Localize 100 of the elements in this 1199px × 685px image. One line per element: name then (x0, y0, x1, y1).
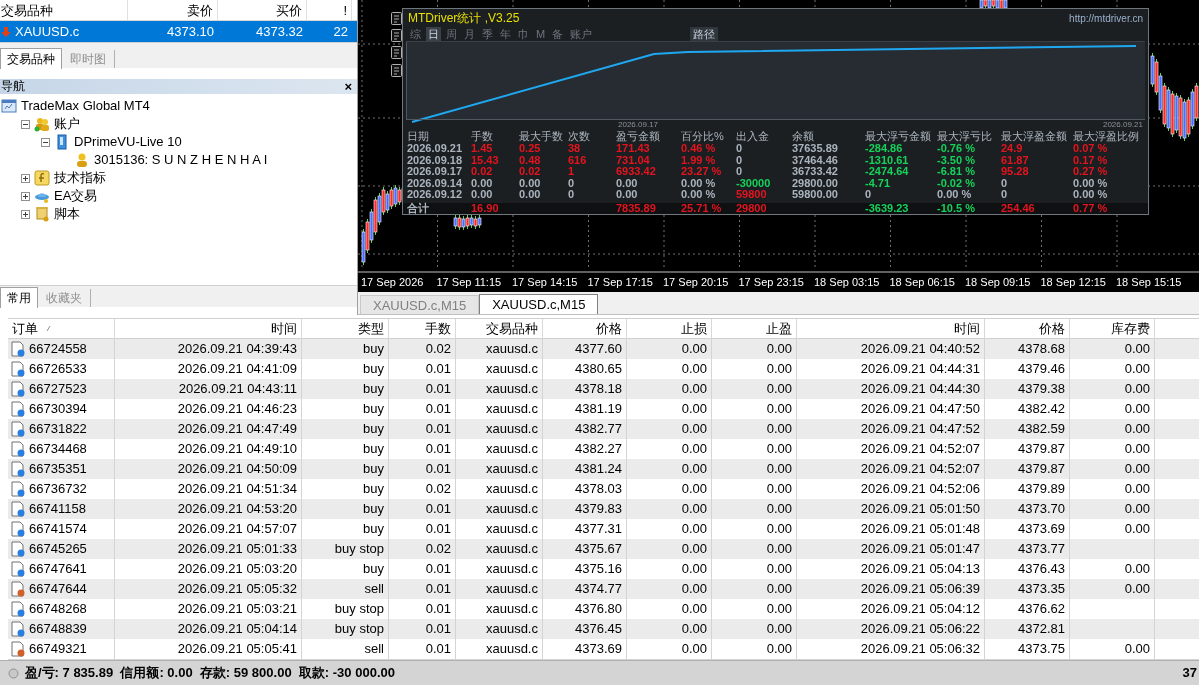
axis-label: 18 Sep 12:15 (1040, 275, 1107, 290)
table-cell-text: buy (363, 380, 384, 398)
panel-title: MTDriver统计 ,V3.25 (408, 10, 520, 27)
stat-value: -10.5 % (937, 202, 975, 214)
table-cell-text: buy stop (334, 600, 384, 618)
stat-value: 37635.89 (792, 143, 838, 155)
column-header[interactable]: 时间 (954, 319, 980, 339)
column-header[interactable]: 止盈 (766, 319, 792, 339)
table-cell-text: 0.01 (425, 360, 451, 378)
period-tab[interactable]: 季 (480, 27, 495, 41)
stat-value: 0.25 (519, 143, 541, 155)
table-cell-text: 0.00 (681, 540, 707, 558)
table-cell-text: 0.01 (425, 620, 451, 638)
column-header[interactable]: 价格 (596, 319, 622, 339)
table-cell-text: xauusd.c (485, 600, 538, 618)
period-tab[interactable]: 备 (550, 27, 566, 41)
tree-item[interactable]: TradeMax Global MT4 (21, 96, 150, 116)
account-summary: 盈/亏: 7 835.89 信用额: 0.00 存款: 59 800.00 取款: -30 000.00 (25, 664, 395, 683)
tree-item[interactable]: 3015136: S U N Z H E N H A I (94, 150, 268, 170)
tab[interactable]: 常用 (0, 287, 38, 308)
column-header[interactable]: 价格 (1039, 319, 1065, 339)
table-cell-text: 0.00 (766, 640, 792, 658)
stat-value: 2026.09.12 (407, 189, 463, 201)
stat-value: 1 (568, 166, 575, 178)
table-cell-text: 0.00 (1124, 580, 1150, 598)
collapse-icon[interactable] (41, 137, 50, 147)
close-button[interactable]: × (339, 79, 357, 94)
stat-value: 59800.00 (792, 189, 838, 201)
table-cell-text: 2026.09.21 04:47:50 (860, 400, 980, 418)
column-header[interactable]: 止损 (681, 319, 707, 339)
table-cell-text: buy (363, 520, 384, 538)
tree-item[interactable]: 账户 (54, 114, 80, 134)
period-tab[interactable]: M (534, 27, 548, 41)
table-cell-text: 4382.42 (1018, 400, 1065, 418)
table-cell-text: 0.00 (766, 520, 792, 538)
table-cell-text: 2026.09.21 05:06:39 (860, 580, 980, 598)
table-cell-text: 2026.09.21 05:03:20 (177, 560, 297, 578)
tree-item[interactable]: EA交易 (54, 186, 98, 206)
expand-icon[interactable] (21, 173, 30, 183)
chart-tool-icon[interactable] (391, 29, 402, 42)
period-tab[interactable]: 账户 (568, 27, 595, 41)
expand-icon[interactable] (21, 191, 30, 201)
table-cell-text: 0.00 (766, 580, 792, 598)
table-cell-text: 0.00 (1124, 460, 1150, 478)
table-cell-text: 2026.09.21 05:06:32 (860, 640, 980, 658)
stat-value: 0 (568, 189, 575, 201)
website-link[interactable]: http://mtdriver.cn (1069, 10, 1143, 26)
table-cell-text: 0.00 (1124, 500, 1150, 518)
stat-value: 731.04 (616, 154, 650, 166)
table-cell-text: 2026.09.21 05:04:14 (177, 620, 297, 638)
path-button[interactable]: 路径 (690, 27, 719, 41)
tree-item[interactable]: 脚本 (54, 204, 80, 224)
column-header[interactable]: 库存费 (1111, 319, 1150, 339)
table-cell-text: 2026.09.21 04:50:09 (177, 460, 297, 478)
chart-tool-icon[interactable] (391, 46, 402, 59)
table-cell-text: sell (364, 640, 384, 658)
column-header[interactable]: 订单 (12, 319, 38, 339)
column-header[interactable]: 时间 (271, 319, 297, 339)
table-cell-text: 0.00 (681, 520, 707, 538)
chart-tool-icon[interactable] (391, 12, 402, 25)
table-cell-text: buy (363, 400, 384, 418)
period-tab[interactable]: 月 (462, 27, 477, 41)
table-cell-text: 4379.89 (1018, 480, 1065, 498)
column-header: 最大浮盈金额 (1001, 129, 1067, 143)
stat-value: 0 (1001, 177, 1008, 189)
table-cell-text: 66735351 (29, 460, 87, 478)
column-header[interactable]: 交易品种 (486, 319, 538, 339)
table-cell-text: 2026.09.21 04:52:07 (860, 460, 980, 478)
table-cell-text: 0.00 (681, 480, 707, 498)
table-cell-text: 0.00 (681, 620, 707, 638)
price-chart-drawing (453, 214, 482, 231)
table-cell-text: xauusd.c (485, 540, 538, 558)
stat-value: 0.00 (616, 177, 638, 189)
table-cell-text: xauusd.c (485, 340, 538, 358)
tab[interactable]: 交易品种 (0, 48, 62, 69)
stat-value: 0.00 (471, 189, 493, 201)
collapse-icon[interactable] (21, 119, 30, 129)
period-tab[interactable]: 年 (498, 27, 513, 41)
expand-icon[interactable] (21, 209, 30, 219)
table-cell-text: xauusd.c (485, 580, 538, 598)
table-cell-text: 2026.09.21 04:40:52 (860, 340, 980, 358)
table-cell-text: 2026.09.21 05:04:12 (860, 600, 980, 618)
chart-tool-icon[interactable] (391, 64, 402, 77)
tree-item[interactable]: DPrimeVU-Live 10 (74, 132, 182, 152)
period-tab[interactable]: 周 (444, 27, 459, 41)
stat-value: 0 (736, 154, 743, 166)
stat-value: 0.17 % (1073, 154, 1108, 166)
period-tab[interactable]: 巾 (516, 27, 531, 41)
column-header[interactable]: 手数 (425, 319, 451, 339)
chart-tab[interactable]: XAUUSD.c,M15 (479, 294, 599, 314)
panel-title: 导航 (0, 79, 25, 94)
symbol-row[interactable]: XAUUSD.c 4373.10 4373.32 22 (0, 21, 357, 42)
table-cell-text: 0.00 (1124, 480, 1150, 498)
column-header[interactable]: 类型 (358, 319, 384, 339)
table-cell-text: 4374.77 (575, 580, 622, 598)
table-cell-text: 0.00 (681, 600, 707, 618)
period-tab[interactable]: 日 (426, 27, 441, 41)
tree-item[interactable]: 技术指标 (54, 168, 106, 188)
period-tab[interactable]: 综 (408, 27, 423, 41)
table-cell-text: xauusd.c (485, 620, 538, 638)
